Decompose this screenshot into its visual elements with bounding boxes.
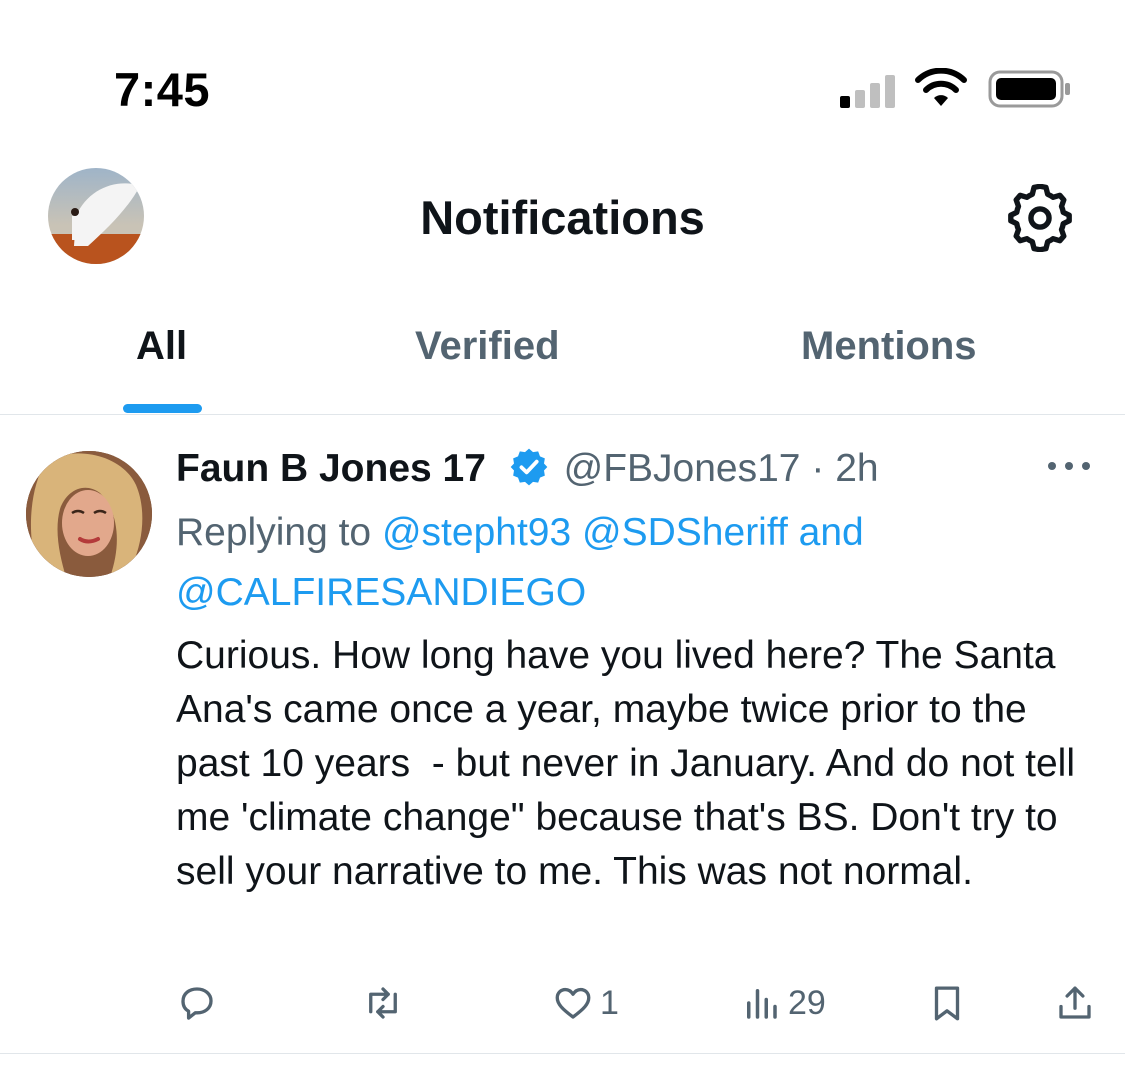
notification-tabs: All Verified Mentions bbox=[0, 300, 1125, 415]
reply-icon bbox=[181, 987, 213, 1020]
reply-button[interactable] bbox=[176, 978, 218, 1028]
tab-all[interactable]: All bbox=[136, 324, 187, 369]
view-count: 29 bbox=[788, 983, 826, 1022]
post-actions: 1 29 bbox=[176, 978, 1106, 1028]
notification-post[interactable]: Faun B Jones 17 @FBJones17 · 2h Replying… bbox=[0, 415, 1125, 1054]
gear-icon[interactable] bbox=[1006, 184, 1074, 252]
author-handle[interactable]: @FBJones17 bbox=[564, 447, 801, 490]
like-count: 1 bbox=[600, 983, 619, 1022]
battery-icon bbox=[988, 70, 1070, 108]
heart-icon bbox=[555, 987, 591, 1019]
active-tab-indicator bbox=[123, 404, 202, 413]
tab-mentions[interactable]: Mentions bbox=[801, 324, 977, 369]
author-name[interactable]: Faun B Jones 17 bbox=[176, 447, 486, 490]
views-button[interactable]: 29 bbox=[740, 978, 826, 1028]
more-options-icon[interactable] bbox=[1046, 459, 1092, 473]
share-icon bbox=[1059, 986, 1091, 1019]
bookmark-button[interactable] bbox=[926, 978, 968, 1028]
status-time: 7:45 bbox=[114, 63, 211, 116]
like-button[interactable]: 1 bbox=[552, 978, 619, 1028]
post-text: Curious. How long have you lived here? T… bbox=[176, 634, 1086, 893]
top-bar: Notifications bbox=[0, 150, 1125, 290]
verified-badge-icon bbox=[510, 448, 548, 486]
replying-to-label: Replying to bbox=[176, 511, 372, 554]
mention-joiner: and bbox=[798, 511, 864, 554]
cellular-signal-icon bbox=[840, 72, 900, 108]
tab-verified[interactable]: Verified bbox=[415, 324, 560, 369]
separator-dot: · bbox=[811, 447, 825, 490]
mention-link[interactable]: @SDSheriff bbox=[582, 511, 788, 554]
post-header: Faun B Jones 17 @FBJones17 · 2h bbox=[176, 447, 879, 495]
status-bar: 7:45 bbox=[0, 0, 1125, 150]
replying-to-line: Replying to @stepht93 @SDSheriff and @CA… bbox=[176, 503, 1076, 623]
post-timestamp[interactable]: 2h bbox=[835, 447, 878, 490]
views-icon bbox=[747, 989, 777, 1019]
mention-link[interactable]: @CALFIRESANDIEGO bbox=[176, 571, 586, 614]
repost-icon bbox=[369, 987, 397, 1019]
bookmark-icon bbox=[934, 986, 960, 1021]
author-avatar[interactable] bbox=[26, 451, 152, 577]
share-button[interactable] bbox=[1054, 978, 1096, 1028]
wifi-icon bbox=[915, 68, 967, 106]
mention-link[interactable]: @stepht93 bbox=[382, 511, 571, 554]
repost-button[interactable] bbox=[362, 978, 404, 1028]
page-title: Notifications bbox=[420, 191, 705, 244]
